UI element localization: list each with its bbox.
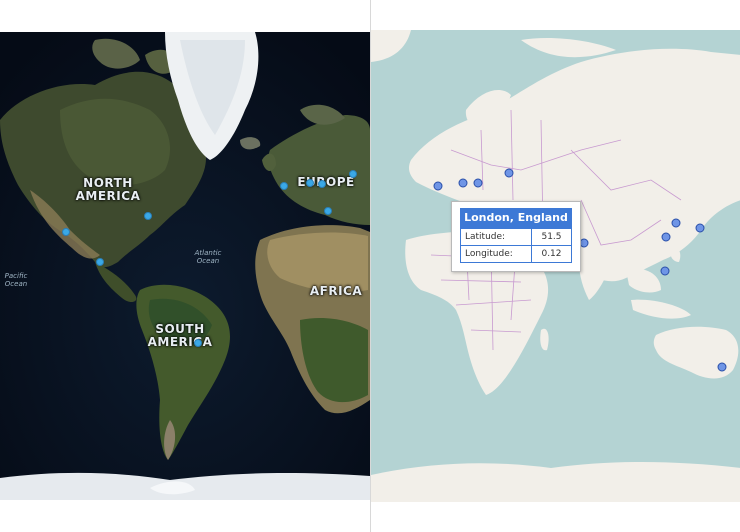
label-europe: EUROPE — [297, 175, 355, 189]
label-north-america: NORTH AMERICA — [75, 176, 141, 203]
table-row: Latitude: 51.5 — [460, 228, 572, 246]
map-marker[interactable] — [433, 181, 443, 191]
longitude-value: 0.12 — [531, 245, 572, 263]
location-info-box: London, England Latitude: 51.5 Longitude… — [451, 201, 581, 272]
latitude-value: 51.5 — [531, 228, 572, 246]
table-row: Longitude: 0.12 — [460, 245, 572, 263]
map-marker[interactable] — [62, 228, 70, 236]
map-marker[interactable] — [717, 362, 727, 372]
label-pacific-ocean: Pacific Ocean — [4, 272, 28, 288]
aerial-map-canvas — [0, 32, 370, 500]
map-marker[interactable] — [318, 180, 326, 188]
longitude-label: Longitude: — [460, 245, 532, 263]
map-marker[interactable] — [660, 266, 670, 276]
label-south-america: SOUTH AMERICA — [147, 322, 213, 349]
map-marker[interactable] — [661, 232, 671, 242]
label-africa: AFRICA — [309, 284, 363, 298]
info-box-title: London, England — [460, 208, 572, 228]
map-marker[interactable] — [280, 182, 288, 190]
aerial-map[interactable]: NORTH AMERICA EUROPE AFRICA SOUTH AMERIC… — [0, 0, 370, 532]
map-marker[interactable] — [306, 179, 314, 187]
map-marker[interactable] — [695, 223, 705, 233]
map-marker[interactable] — [194, 339, 202, 347]
info-box-table: Latitude: 51.5 Longitude: 0.12 — [460, 228, 572, 263]
map-marker[interactable] — [473, 178, 483, 188]
map-marker[interactable] — [324, 207, 332, 215]
map-marker[interactable] — [96, 258, 104, 266]
map-marker[interactable] — [671, 218, 681, 228]
map-marker[interactable] — [349, 170, 357, 178]
map-marker[interactable] — [144, 212, 152, 220]
map-marker[interactable] — [458, 178, 468, 188]
map-marker[interactable] — [504, 168, 514, 178]
latitude-label: Latitude: — [460, 228, 532, 246]
label-atlantic-ocean: Atlantic Ocean — [194, 249, 222, 265]
